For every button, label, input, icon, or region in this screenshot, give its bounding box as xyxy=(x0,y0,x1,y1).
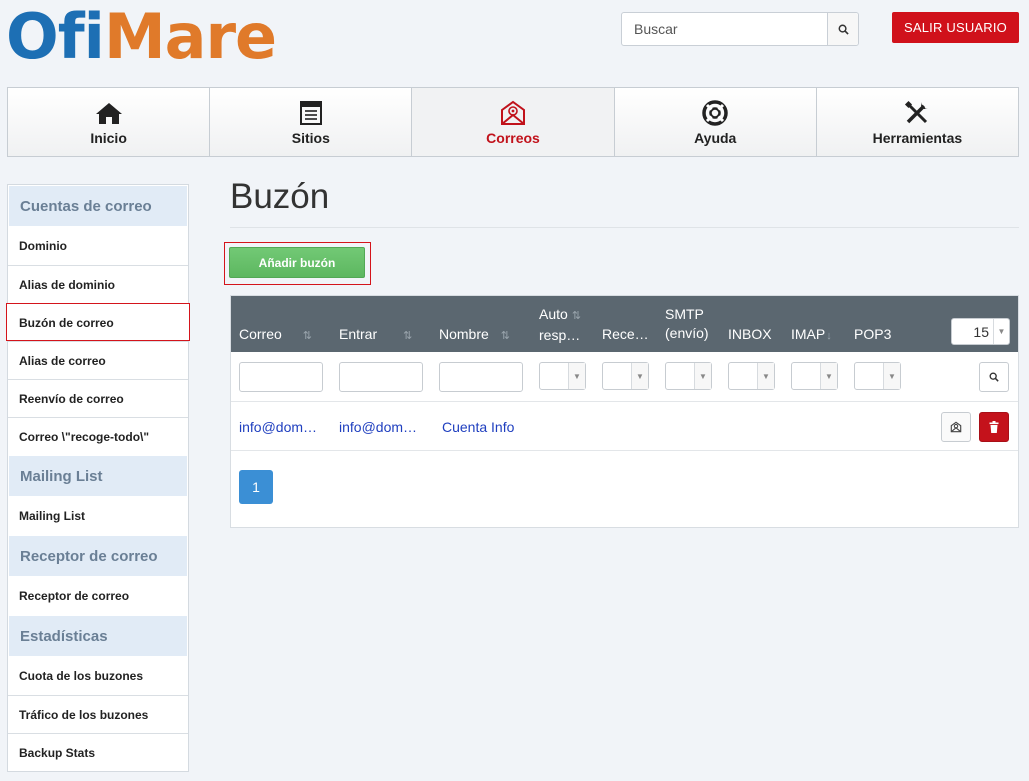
sidebar-item-dominio[interactable]: Dominio xyxy=(8,227,188,265)
page-size-select[interactable]: 15 ▼ xyxy=(951,318,1010,345)
filter-auto-resp-select[interactable]: ▼ xyxy=(539,362,586,390)
page-title: Buzón xyxy=(230,177,330,216)
add-button-highlight: Añadir buzón xyxy=(224,242,371,285)
column-header-correo[interactable]: Correo ⇅ xyxy=(239,325,312,346)
logo-part-1: Ofi xyxy=(6,0,105,73)
sort-icon: ↓ xyxy=(826,330,832,342)
mail-icon xyxy=(950,421,962,433)
logo-part-2: Mare xyxy=(103,0,277,73)
search-box xyxy=(621,12,859,46)
ofimare-logo[interactable]: Ofi Mare xyxy=(6,0,277,73)
filter-inbox-select[interactable]: ▼ xyxy=(728,362,775,390)
edit-mailbox-button[interactable] xyxy=(941,412,971,442)
filter-row: ▼ ▼ ▼ ▼ ▼ ▼ xyxy=(231,352,1018,402)
sort-icon: ⇅ xyxy=(302,330,313,342)
mail-icon xyxy=(501,100,525,125)
table-row: info@dom… info@dom… Cuenta Info xyxy=(231,402,1018,451)
main-nav: Inicio Sitios Correos Ayuda Herramientas xyxy=(7,87,1019,157)
filter-imap-select[interactable]: ▼ xyxy=(791,362,838,390)
logout-button[interactable]: SALIR USUARIO xyxy=(892,12,1019,43)
cell-nombre[interactable]: Cuenta Info xyxy=(442,402,534,451)
sidebar-item-recoge-todo[interactable]: Correo \"recoge-todo\" xyxy=(8,417,188,455)
search-icon xyxy=(989,372,999,382)
sidebar-item-buzon[interactable]: Buzón de correo xyxy=(6,303,190,341)
nav-label: Sitios xyxy=(291,129,330,146)
chevron-down-icon: ▼ xyxy=(568,363,585,389)
delete-mailbox-button[interactable] xyxy=(979,412,1009,442)
column-header-imap[interactable]: IMAP↓ xyxy=(791,325,832,346)
chevron-down-icon: ▼ xyxy=(820,363,837,389)
chevron-down-icon: ▼ xyxy=(993,319,1009,344)
search-input[interactable] xyxy=(622,13,827,45)
column-header-inbox[interactable]: INBOX xyxy=(728,325,772,344)
sidebar-item-alias-dominio[interactable]: Alias de dominio xyxy=(8,265,188,303)
column-header-auto-resp[interactable]: Auto ⇅ resp… xyxy=(539,305,581,345)
filter-pop3-select[interactable]: ▼ xyxy=(854,362,901,390)
chevron-down-icon: ▼ xyxy=(631,363,648,389)
chevron-down-icon: ▼ xyxy=(694,363,711,389)
sidebar-section-mailing: Mailing List xyxy=(8,455,188,497)
sidebar-item-backup-stats[interactable]: Backup Stats xyxy=(8,733,188,771)
help-icon xyxy=(702,99,728,126)
sort-icon: ⇅ xyxy=(500,330,511,342)
sidebar-section-cuentas: Cuentas de correo xyxy=(8,185,188,227)
nav-label: Correos xyxy=(486,129,540,146)
column-header-recepcion[interactable]: Rece… xyxy=(602,325,649,344)
nav-herramientas[interactable]: Herramientas xyxy=(816,88,1019,156)
page-size-value: 15 xyxy=(973,323,989,340)
pagination-page-1[interactable]: 1 xyxy=(239,470,273,504)
title-divider xyxy=(230,227,1019,228)
sidebar-item-receptor[interactable]: Receptor de correo xyxy=(8,577,188,615)
sidebar-section-estadisticas: Estadísticas xyxy=(8,615,188,657)
filter-recepcion-select[interactable]: ▼ xyxy=(602,362,649,390)
cell-correo[interactable]: info@dom… xyxy=(239,402,331,451)
search-button[interactable] xyxy=(827,13,858,45)
sort-icon: ⇅ xyxy=(571,310,582,322)
sidebar: Cuentas de correo Dominio Alias de domin… xyxy=(6,184,190,772)
sidebar-item-reenvio[interactable]: Reenvío de correo xyxy=(8,379,188,417)
sort-icon: ⇅ xyxy=(403,330,413,342)
nav-ayuda[interactable]: Ayuda xyxy=(614,88,817,156)
table-header: Correo ⇅ Entrar ⇅ Nombre ⇅ Auto ⇅ resp… Rece…… xyxy=(231,296,1018,352)
sidebar-item-cuota[interactable]: Cuota de los buzones xyxy=(8,657,188,695)
nav-label: Herramientas xyxy=(872,129,963,146)
nav-correos[interactable]: Correos xyxy=(412,88,615,156)
column-header-pop3[interactable]: POP3 xyxy=(854,325,891,344)
filter-smtp-select[interactable]: ▼ xyxy=(665,362,712,390)
column-header-nombre[interactable]: Nombre ⇅ xyxy=(439,325,510,346)
nav-sitios[interactable]: Sitios xyxy=(210,88,413,156)
tools-icon xyxy=(905,100,929,123)
filter-nombre-input[interactable] xyxy=(439,362,523,392)
nav-label: Ayuda xyxy=(694,129,737,146)
sidebar-item-mailing-list[interactable]: Mailing List xyxy=(8,497,188,535)
sidebar-section-receptor: Receptor de correo xyxy=(8,535,188,577)
search-icon xyxy=(838,24,849,35)
chevron-down-icon: ▼ xyxy=(757,363,774,389)
column-header-smtp[interactable]: SMTP (envío) xyxy=(665,305,709,343)
filter-correo-input[interactable] xyxy=(239,362,323,392)
sites-icon xyxy=(299,100,322,125)
sidebar-item-trafico[interactable]: Tráfico de los buzones xyxy=(8,695,188,733)
chevron-down-icon: ▼ xyxy=(883,363,900,389)
filter-entrar-input[interactable] xyxy=(339,362,423,392)
column-header-entrar[interactable]: Entrar ⇅ xyxy=(339,325,412,346)
home-icon xyxy=(95,102,122,124)
sidebar-item-alias-correo[interactable]: Alias de correo xyxy=(8,341,188,379)
nav-inicio[interactable]: Inicio xyxy=(8,88,211,156)
cell-entrar[interactable]: info@dom… xyxy=(339,402,431,451)
add-mailbox-button[interactable]: Añadir buzón xyxy=(229,247,365,278)
mailbox-table-panel: Correo ⇅ Entrar ⇅ Nombre ⇅ Auto ⇅ resp… Rece…… xyxy=(230,295,1019,528)
trash-icon xyxy=(989,421,999,433)
filter-search-button[interactable] xyxy=(979,362,1009,392)
nav-label: Inicio xyxy=(90,129,127,146)
